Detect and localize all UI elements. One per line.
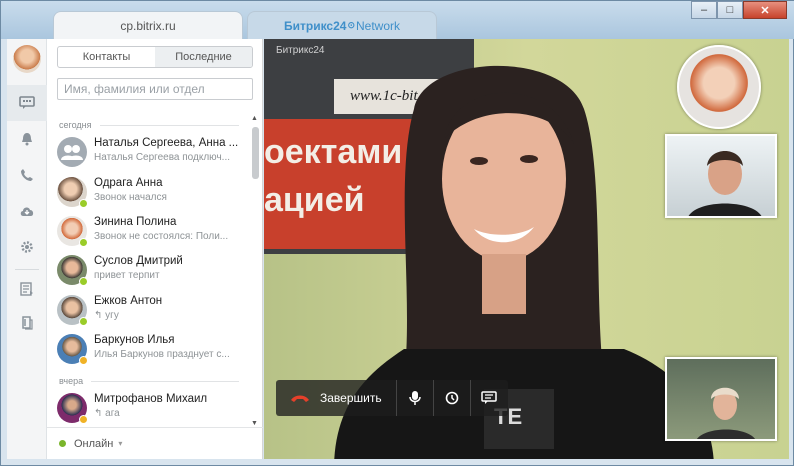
status-label: Онлайн [74,437,114,450]
tab-network[interactable]: Битрикс24 ⊙ Network [247,11,437,39]
chat-button[interactable] [471,380,508,416]
app-window: cp.bitrix.ru Битрикс24 ⊙ Network – □ ✕ К… [0,0,794,466]
list-item[interactable]: Наталья Сергеева, Анна ... Наталья Серге… [47,133,251,173]
contact-name: Суслов Дмитрий [94,255,183,267]
group-label-today: сегодня [59,120,239,130]
contact-message: привет терпит [94,270,160,281]
scroll-up-icon[interactable]: ▲ [251,115,258,122]
scroll-down-icon[interactable]: ▼ [251,420,258,427]
list-item[interactable]: Ежков Антон ↰ угу [47,291,251,331]
tab-network-label: Network [356,18,401,33]
contact-name: Ежков Антон [94,295,163,307]
list-item[interactable]: Зинина Полина Звонок не состоялся: Поли.… [47,212,251,252]
online-status-dot [79,238,88,247]
sidebar-rail [7,39,47,459]
contact-message: Звонок не состоялся: Поли... [94,231,229,242]
clock-icon: ⊙ [347,20,355,30]
reply-icon: ↰ [94,310,106,321]
away-status-dot [79,415,88,424]
hangup-icon [291,395,309,402]
book-icon[interactable] [7,305,47,341]
online-status-dot [79,277,88,286]
contact-message: Наталья Сергеева подключ... [94,152,231,163]
contact-name: Баркунов Илья [94,334,175,346]
contacts-panel: Контакты Последние сегодня Наталья Серге… [47,39,263,459]
history-icon [445,391,459,405]
contact-name: Митрофанов Михаил [94,393,208,405]
maximize-button[interactable]: □ [717,1,743,19]
call-controls: Завершить [276,380,508,416]
end-call-button[interactable]: Завершить [276,380,397,416]
end-call-label: Завершить [320,391,382,405]
gear-icon[interactable] [7,229,47,265]
group-label-yesterday: вчера [59,376,239,386]
tab-portal-label: cp.bitrix.ru [120,18,176,33]
tab-network-brand: Битрикс24 [283,18,347,33]
window-controls: – □ ✕ [691,1,787,19]
cloud-icon[interactable] [7,193,47,229]
chat-bubble-icon [481,391,498,404]
title-bar: cp.bitrix.ru Битрикс24 ⊙ Network – □ ✕ [1,1,794,39]
reply-icon: ↰ [94,408,106,419]
contact-name: Одрага Анна [94,177,163,189]
tab-portal[interactable]: cp.bitrix.ru [53,11,243,39]
status-selector[interactable]: Онлайн ▾ [47,427,263,459]
chevron-down-icon: ▾ [118,439,123,448]
participant-thumbnail-2[interactable] [665,134,777,218]
video-call-area: Битрикс24 www.1c-bit оектами ацией TE За… [264,39,789,459]
contact-name: Наталья Сергеева, Анна ... [94,137,239,149]
list-item[interactable]: Одрага Анна Звонок начался [47,173,251,213]
search-input[interactable] [57,78,253,100]
scroll-thumb[interactable] [252,127,259,179]
contact-message: ↰ ага [94,408,120,419]
user-avatar[interactable] [13,45,41,73]
participant-thumbnail-1[interactable] [677,45,761,129]
minimize-button[interactable]: – [691,1,717,19]
phone-icon[interactable] [7,157,47,193]
list-item[interactable]: Баркунов Илья Илья Баркунов празднует с.… [47,330,251,370]
contacts-tabs: Контакты Последние [57,46,253,68]
online-status-dot [79,317,88,326]
list-item[interactable]: Суслов Дмитрий привет терпит [47,251,251,291]
tab-recent[interactable]: Последние [155,47,252,67]
chat-icon[interactable] [7,85,47,121]
away-status-dot [79,356,88,365]
contact-message: Звонок начался [94,192,167,203]
group-chat-avatar [57,137,87,167]
contact-message: Илья Баркунов празднует с... [94,349,230,360]
recent-list: сегодня Наталья Сергеева, Анна ... Натал… [47,115,263,427]
contact-name: Зинина Полина [94,216,177,228]
rail-divider [15,269,39,270]
video-brand-label: Битрикс24 [276,45,325,56]
online-status-dot [79,199,88,208]
online-dot-icon [59,440,66,447]
microphone-button[interactable] [397,380,434,416]
microphone-icon [408,391,421,405]
bell-icon[interactable] [7,121,47,157]
history-button[interactable] [434,380,471,416]
close-button[interactable]: ✕ [743,1,787,19]
contact-message: ↰ угу [94,310,119,321]
list-item[interactable]: Митрофанов Михаил ↰ ага [47,389,251,427]
tab-contacts[interactable]: Контакты [58,47,155,67]
list-icon[interactable] [7,271,47,307]
list-scrollbar[interactable]: ▲ ▼ [250,115,260,427]
participant-thumbnail-3[interactable] [665,357,777,441]
